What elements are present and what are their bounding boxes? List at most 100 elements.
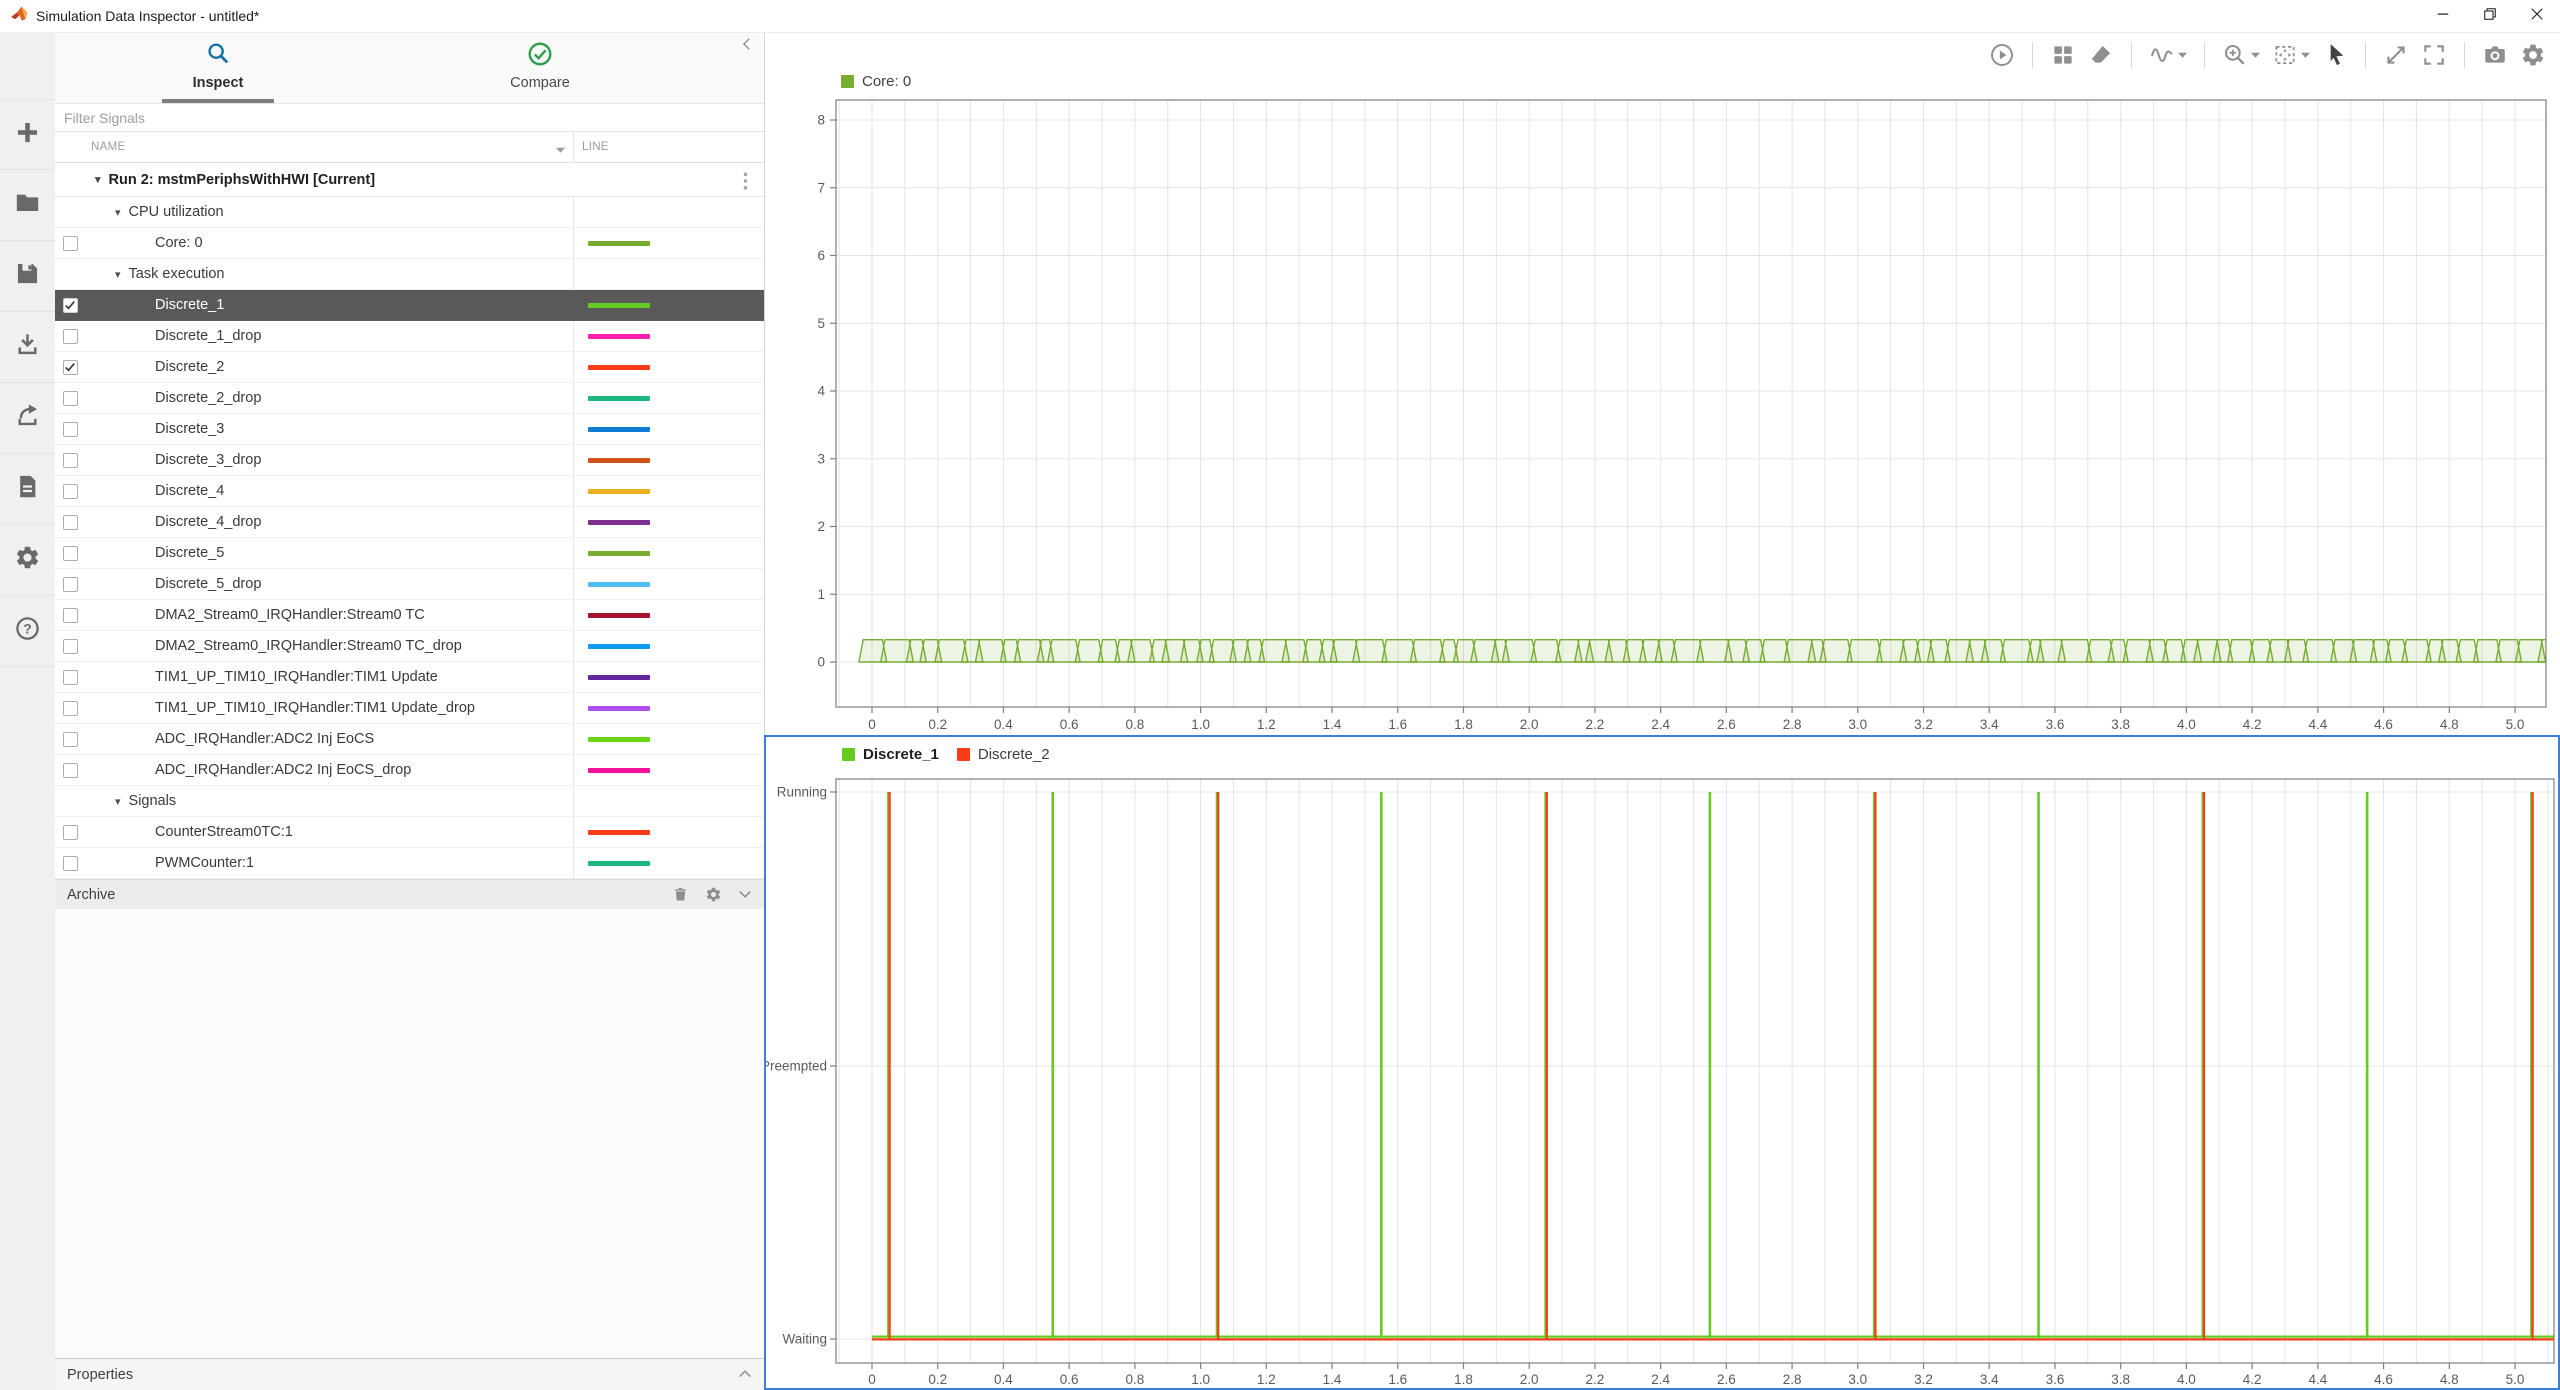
signal-row[interactable]: Discrete_2_drop (55, 383, 764, 414)
caret-down-icon[interactable] (2251, 52, 2260, 58)
checkbox[interactable] (63, 298, 78, 313)
minimize-button[interactable] (2419, 0, 2466, 32)
caret-down-icon[interactable] (2301, 52, 2310, 58)
signal-row[interactable]: Core: 0 (55, 228, 764, 259)
replay-button[interactable] (1989, 42, 2015, 68)
signal-row[interactable]: DMA2_Stream0_IRQHandler:Stream0 TC_drop (55, 631, 764, 662)
snapshot-button[interactable] (2482, 42, 2508, 68)
tab-inspect[interactable]: Inspect (155, 40, 281, 91)
collapse-panel-chevron-left-icon[interactable] (740, 37, 754, 56)
legend-item-discrete1[interactable]: Discrete_1 (842, 746, 939, 763)
pointer-button[interactable] (2322, 42, 2348, 68)
checkbox[interactable] (63, 732, 78, 747)
signal-row[interactable]: Discrete_5 (55, 538, 764, 569)
checkbox[interactable] (63, 577, 78, 592)
trash-icon[interactable] (672, 886, 689, 903)
checkbox[interactable] (63, 639, 78, 654)
checkbox[interactable] (63, 422, 78, 437)
signal-row[interactable]: Discrete_2 (55, 352, 764, 383)
collapse-triangle-icon[interactable]: ▾ (115, 795, 121, 808)
column-header-line[interactable]: LINE (582, 141, 609, 153)
line-swatch (588, 396, 650, 401)
legend-item-discrete2[interactable]: Discrete_2 (957, 746, 1050, 763)
preferences-button[interactable] (0, 525, 55, 596)
chevron-down-icon[interactable] (738, 888, 752, 902)
signal-row[interactable]: Discrete_3_drop (55, 445, 764, 476)
svg-text:4.2: 4.2 (2243, 717, 2262, 732)
checkbox[interactable] (63, 825, 78, 840)
svg-text:1.2: 1.2 (1257, 1372, 1276, 1387)
signal-row[interactable]: Discrete_5_drop (55, 569, 764, 600)
signal-row[interactable]: Discrete_4 (55, 476, 764, 507)
properties-bar[interactable]: Properties (55, 1358, 764, 1390)
signal-row[interactable]: Discrete_1 (55, 290, 764, 321)
checkbox[interactable] (63, 670, 78, 685)
checkbox[interactable] (63, 236, 78, 251)
chevron-up-icon[interactable] (738, 1366, 752, 1384)
run-row[interactable]: ▾Run 2: mstmPeriphsWithHWI [Current] (55, 163, 764, 197)
checkbox[interactable] (63, 546, 78, 561)
checkbox[interactable] (63, 515, 78, 530)
sort-arrow-icon[interactable] (556, 144, 565, 156)
cpu-utilization-chart[interactable]: 00.20.40.60.81.01.21.41.61.82.02.22.42.6… (780, 70, 2560, 734)
import-button[interactable] (0, 312, 55, 383)
settings-button[interactable] (2520, 42, 2546, 68)
save-icon (14, 260, 41, 292)
signal-row[interactable]: ADC_IRQHandler:ADC2 Inj EoCS (55, 724, 764, 755)
export-button[interactable] (0, 383, 55, 454)
checkbox[interactable] (63, 763, 78, 778)
checkbox[interactable] (63, 701, 78, 716)
clear-subplots-button[interactable] (2088, 42, 2114, 68)
signal-row[interactable]: PWMCounter:1 (55, 848, 764, 879)
svg-text:2.6: 2.6 (1717, 1372, 1736, 1387)
signal-row[interactable]: Discrete_1_drop (55, 321, 764, 352)
group-row-cpu-utilization[interactable]: ▾CPU utilization (55, 197, 764, 228)
checkbox[interactable] (63, 608, 78, 623)
save-button[interactable] (0, 241, 55, 312)
signal-row[interactable]: Discrete_4_drop (55, 507, 764, 538)
filter-signals-input[interactable] (55, 104, 764, 131)
fit-to-view-button[interactable] (2272, 42, 2310, 68)
signal-row[interactable]: CounterStream0TC:1 (55, 817, 764, 848)
task-states-subplot-selected[interactable]: 00.20.40.60.81.01.21.41.61.82.02.22.42.6… (764, 735, 2560, 1390)
signal-row[interactable]: TIM1_UP_TIM10_IRQHandler:TIM1 Update (55, 662, 764, 693)
tab-compare[interactable]: Compare (475, 40, 605, 91)
archive-label: Archive (67, 887, 115, 903)
gear-icon[interactable] (705, 886, 722, 903)
help-button[interactable]: ? (0, 596, 55, 667)
run-menu-kebab-icon[interactable] (743, 172, 748, 195)
group-row-signals[interactable]: ▾Signals (55, 786, 764, 817)
group-row-task-execution[interactable]: ▾Task execution (55, 259, 764, 290)
task-states-chart[interactable]: 00.20.40.60.81.01.21.41.61.82.02.22.42.6… (766, 737, 2558, 1388)
fullscreen-button[interactable] (2421, 42, 2447, 68)
caret-down-icon[interactable] (2178, 52, 2187, 58)
collapse-triangle-icon[interactable]: ▾ (115, 206, 121, 219)
restore-button[interactable] (2466, 0, 2513, 32)
zoom-in-button[interactable] (2222, 42, 2260, 68)
checkbox[interactable] (63, 329, 78, 344)
signal-row[interactable]: Discrete_3 (55, 414, 764, 445)
signal-name: ADC_IRQHandler:ADC2 Inj EoCS (155, 731, 374, 747)
checkbox[interactable] (63, 360, 78, 375)
collapse-triangle-icon[interactable]: ▾ (95, 173, 101, 186)
signal-wave-icon (2149, 42, 2175, 68)
archive-bar[interactable]: Archive (55, 879, 764, 909)
signal-row[interactable]: ADC_IRQHandler:ADC2 Inj EoCS_drop (55, 755, 764, 786)
collapse-triangle-icon[interactable]: ▾ (115, 268, 121, 281)
signal-row[interactable]: TIM1_UP_TIM10_IRQHandler:TIM1 Update_dro… (55, 693, 764, 724)
subplot-layout-button[interactable] (2050, 42, 2076, 68)
signal-row[interactable]: DMA2_Stream0_IRQHandler:Stream0 TC (55, 600, 764, 631)
checkbox[interactable] (63, 856, 78, 871)
create-report-button[interactable] (0, 454, 55, 525)
open-button[interactable] (0, 170, 55, 241)
signal-options-button[interactable] (2149, 42, 2187, 68)
checkbox[interactable] (63, 484, 78, 499)
line-swatch (588, 644, 650, 649)
new-button[interactable] (0, 99, 55, 170)
checkbox[interactable] (63, 453, 78, 468)
checkbox[interactable] (63, 391, 78, 406)
column-header-name[interactable]: NAME (91, 141, 125, 153)
expand-button[interactable] (2383, 42, 2409, 68)
close-button[interactable] (2513, 0, 2560, 32)
svg-text:4.8: 4.8 (2440, 717, 2459, 732)
